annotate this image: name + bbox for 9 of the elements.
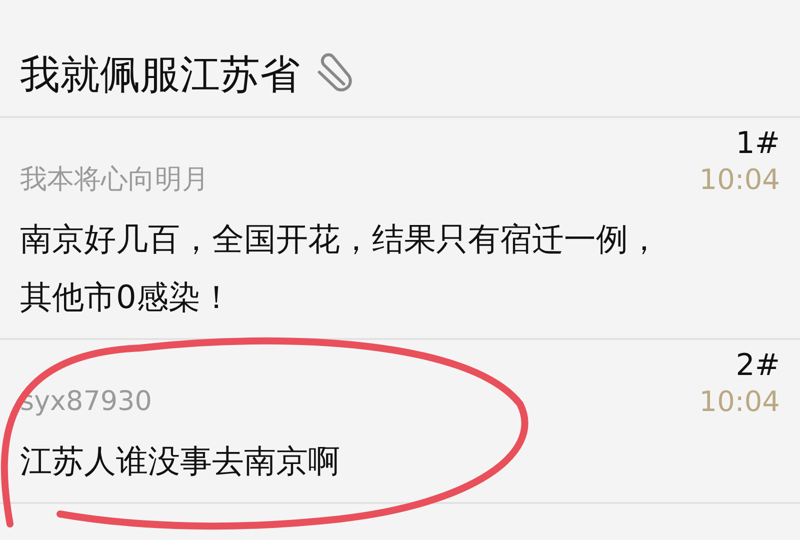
thread-title: 我就佩服江苏省 (20, 51, 300, 99)
author-name: 我本将心向明月 (20, 163, 209, 197)
post-time: 10:04 (699, 162, 780, 198)
post-body: 江苏人谁没事去南京啊 (20, 441, 341, 482)
floor-number: 2# (736, 348, 780, 384)
author-name: syx87930 (20, 385, 152, 419)
post-time: 10:04 (699, 384, 780, 420)
post-body: 南京好几百，全国开花，结果只有宿迁一例，其他市0感染！ (20, 219, 661, 318)
floor-number: 1# (736, 126, 780, 162)
